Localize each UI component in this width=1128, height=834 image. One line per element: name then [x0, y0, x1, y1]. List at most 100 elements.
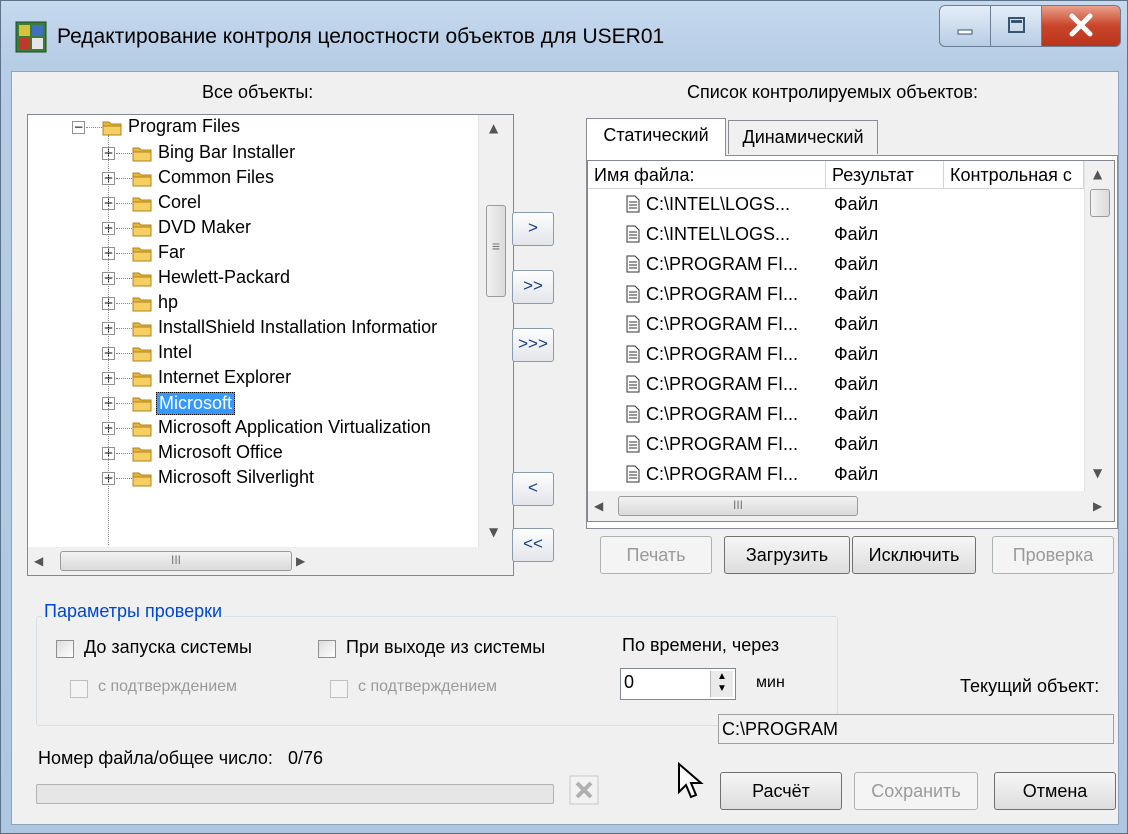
cancel-x-icon[interactable] — [566, 772, 602, 808]
remove-one-button[interactable]: < — [512, 472, 554, 506]
tree-node-label: DVD Maker — [158, 217, 252, 237]
check-button[interactable]: Проверка — [992, 536, 1114, 574]
tree-node[interactable]: + Far — [28, 241, 478, 267]
folder-icon — [132, 169, 152, 187]
confirm-on-exit-checkbox[interactable] — [330, 680, 348, 698]
result-cell: Файл — [834, 254, 879, 274]
tree-node[interactable]: + Bing Bar Installer — [28, 141, 478, 167]
table-row[interactable]: C:\PROGRAM FI... Файл — [588, 401, 1084, 431]
tree-node[interactable]: + Internet Explorer — [28, 366, 478, 392]
calc-button[interactable]: Расчёт — [720, 772, 842, 810]
time-input[interactable]: 0 ▲ ▼ — [620, 668, 736, 700]
file-name-cell: C:\PROGRAM FI... — [646, 374, 799, 394]
column-file-name[interactable]: Имя файла: — [588, 161, 826, 189]
tree-line — [108, 135, 109, 545]
tree-node[interactable]: + Microsoft Silverlight — [28, 466, 478, 492]
list-hscroll-thumb[interactable]: III — [618, 496, 858, 516]
list-scroll-right-icon[interactable]: ▶ — [1093, 499, 1102, 513]
list-horizontal-scrollbar[interactable]: ◀ III ▶ — [588, 491, 1114, 521]
exclude-button[interactable]: Исключить — [852, 536, 976, 574]
scroll-down-icon[interactable]: ▼ — [489, 525, 498, 539]
tree-scroll-thumb[interactable]: ≡ — [486, 205, 506, 297]
tab-static[interactable]: Статический — [586, 118, 726, 156]
file-icon — [626, 375, 640, 393]
file-name-cell: C:\PROGRAM FI... — [646, 284, 799, 304]
file-icon — [626, 465, 640, 483]
app-icon — [15, 21, 47, 53]
tree-horizontal-scrollbar[interactable]: ◀ III ▶ — [28, 547, 513, 575]
tree-node[interactable]: + Microsoft Application Virtualization — [28, 416, 478, 442]
add-one-button[interactable]: > — [512, 212, 554, 246]
time-spinner[interactable]: ▲ ▼ — [710, 671, 733, 697]
tree-node-label: Common Files — [158, 167, 275, 187]
tree-node[interactable]: + InstallShield Installation Informatior — [28, 316, 478, 342]
collapse-icon[interactable]: − — [72, 121, 85, 134]
folder-icon — [132, 444, 152, 462]
load-button[interactable]: Загрузить — [724, 536, 850, 574]
tree-node[interactable]: + Common Files — [28, 166, 478, 192]
table-row[interactable]: C:\PROGRAM FI... Файл — [588, 371, 1084, 401]
remove-all-button[interactable]: << — [512, 528, 554, 562]
file-icon — [626, 255, 640, 273]
tree-line — [116, 178, 132, 179]
print-button[interactable]: Печать — [600, 536, 712, 574]
list-vertical-scrollbar[interactable]: ▲ ▼ — [1084, 161, 1114, 491]
tree-node-label: Microsoft — [156, 392, 236, 415]
tree-node[interactable]: + Corel — [28, 191, 478, 217]
file-name-cell: C:\PROGRAM FI... — [646, 404, 799, 424]
tree-node[interactable]: + Hewlett-Packard — [28, 266, 478, 292]
column-result[interactable]: Результат — [826, 161, 944, 189]
list-scroll-up-icon[interactable]: ▲ — [1093, 167, 1102, 181]
tree-line — [116, 278, 132, 279]
file-list[interactable]: Имя файла: Результат Контрольная с C:\IN… — [587, 160, 1115, 522]
table-row[interactable]: C:\PROGRAM FI... Файл — [588, 311, 1084, 341]
file-name-cell: C:\INTEL\LOGS... — [646, 224, 791, 244]
tree-hscroll-thumb[interactable]: III — [60, 551, 292, 571]
close-button[interactable] — [1041, 5, 1121, 47]
tree-node[interactable]: + Microsoft Office — [28, 441, 478, 467]
save-button[interactable]: Сохранить — [854, 772, 978, 810]
table-row[interactable]: C:\PROGRAM FI... Файл — [588, 281, 1084, 311]
add-folder-button[interactable]: >> — [512, 270, 554, 304]
on-exit-checkbox[interactable] — [318, 640, 336, 658]
table-row[interactable]: C:\PROGRAM FI... Файл — [588, 461, 1084, 491]
table-row[interactable]: C:\PROGRAM FI... Файл — [588, 431, 1084, 461]
minimize-button[interactable] — [939, 5, 991, 47]
close-icon — [1069, 13, 1093, 37]
table-row[interactable]: C:\PROGRAM FI... Файл — [588, 341, 1084, 371]
objects-tree[interactable]: − Program Files + Bing Bar Installer + Common… — [27, 114, 514, 576]
tab-dynamic[interactable]: Динамический — [728, 120, 878, 154]
confirm-before-start-checkbox[interactable] — [70, 680, 88, 698]
tree-node-root[interactable]: − Program Files — [28, 115, 478, 141]
on-exit-label[interactable]: При выходе из системы — [346, 637, 545, 658]
scroll-right-icon[interactable]: ▶ — [296, 554, 305, 568]
before-start-label[interactable]: До запуска системы — [84, 637, 252, 658]
file-icon — [626, 225, 640, 243]
scroll-left-icon[interactable]: ◀ — [34, 554, 43, 568]
before-start-checkbox[interactable] — [56, 640, 74, 658]
title-bar[interactable]: Редактирование контроля целостности объе… — [1, 1, 1127, 71]
list-scroll-down-icon[interactable]: ▼ — [1093, 466, 1102, 480]
tree-node-label: hp — [158, 292, 179, 312]
tree-node[interactable]: + DVD Maker — [28, 216, 478, 242]
folder-icon — [132, 244, 152, 262]
list-scroll-thumb[interactable] — [1090, 189, 1110, 217]
table-row[interactable]: C:\INTEL\LOGS... Файл — [588, 221, 1084, 251]
list-scroll-left-icon[interactable]: ◀ — [594, 499, 603, 513]
tree-line — [116, 228, 132, 229]
tree-node[interactable]: + hp — [28, 291, 478, 317]
result-cell: Файл — [834, 194, 879, 214]
result-cell: Файл — [834, 434, 879, 454]
add-recursive-button[interactable]: >>> — [512, 328, 554, 362]
tree-node-label: Microsoft Silverlight — [158, 467, 315, 487]
scroll-up-icon[interactable]: ▲ — [489, 121, 498, 135]
tree-node[interactable]: + Intel — [28, 341, 478, 367]
tree-vertical-scrollbar[interactable]: ▲ ≡ ▼ — [478, 115, 513, 547]
column-checksum[interactable]: Контрольная с — [944, 161, 1084, 189]
table-row[interactable]: C:\INTEL\LOGS... Файл — [588, 191, 1084, 221]
tree-node[interactable]: + Microsoft — [28, 391, 478, 417]
mouse-cursor-icon — [677, 761, 705, 802]
table-row[interactable]: C:\PROGRAM FI... Файл — [588, 251, 1084, 281]
cancel-button[interactable]: Отмена — [994, 772, 1116, 810]
maximize-button[interactable] — [990, 5, 1042, 47]
